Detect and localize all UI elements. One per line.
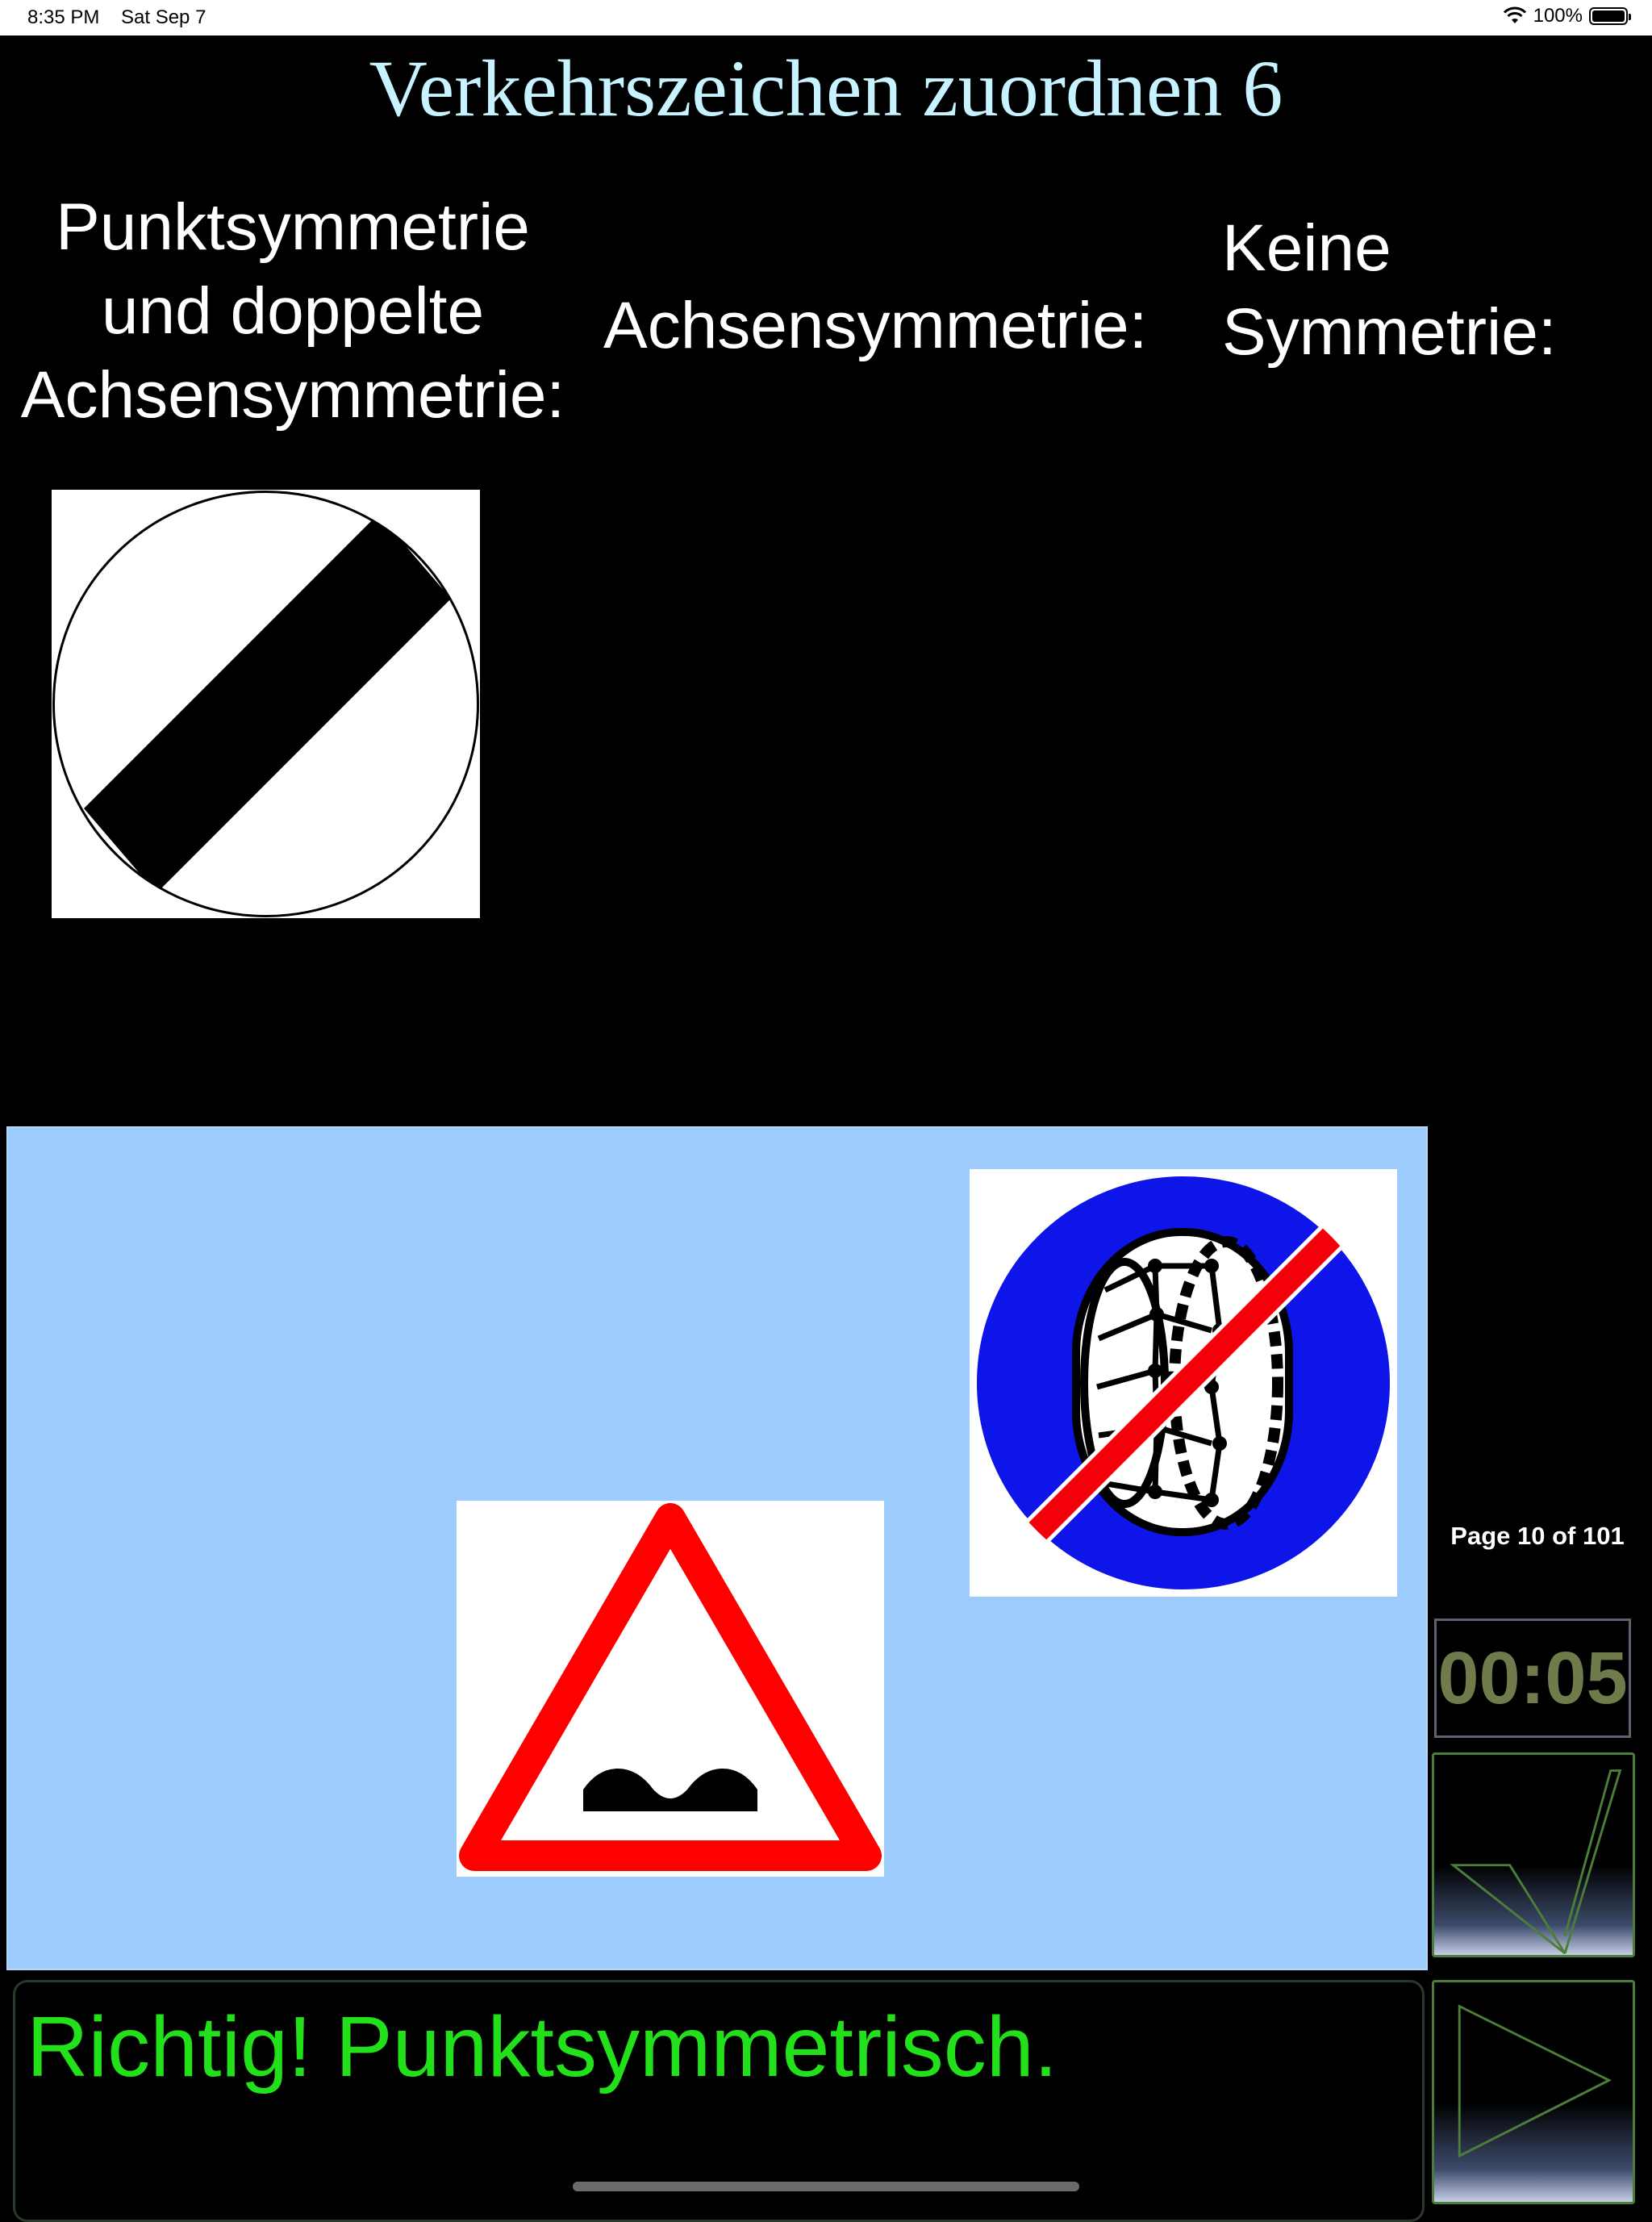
end-of-snow-chains-sign[interactable]: [970, 1169, 1397, 1597]
speed-bump-warning-sign[interactable]: [457, 1501, 884, 1877]
category-label-line: Achsensymmetrie:: [20, 358, 565, 432]
checkmark-icon: [1450, 1769, 1622, 1955]
status-bar: 8:35 PM Sat Sep 7 100%: [0, 0, 1652, 36]
battery-percentage: 100%: [1533, 5, 1583, 27]
check-button[interactable]: [1432, 1752, 1635, 1957]
category-label-line: Punktsymmetrie: [56, 190, 530, 264]
speed-bump-icon: [459, 1503, 882, 1871]
page-indicator: Page 10 of 101: [1450, 1522, 1625, 1550]
category-label-line: und doppelte: [101, 274, 485, 348]
play-arrow-icon: [1458, 2004, 1612, 2158]
status-time: 8:35 PM: [27, 6, 100, 28]
category-label-line: Symmetrie:: [1222, 295, 1557, 369]
category-no-symmetry[interactable]: Keine Symmetrie:: [1222, 207, 1557, 374]
next-button[interactable]: [1432, 1980, 1635, 2204]
category-axis-symmetry[interactable]: Achsensymmetrie:: [603, 284, 1147, 368]
status-right: 100%: [1503, 5, 1631, 27]
end-of-all-restrictions-sign[interactable]: [52, 490, 480, 918]
timer-display: 00:05: [1434, 1618, 1631, 1738]
category-point-symmetry[interactable]: Punktsymmetrie und doppelte Achsensymmet…: [0, 186, 586, 437]
feedback-text: Richtig! Punktsymmetrisch.: [27, 1999, 1058, 2095]
status-date: Sat Sep 7: [121, 6, 206, 28]
home-indicator[interactable]: [573, 2182, 1079, 2191]
category-label-line: Achsensymmetrie:: [603, 289, 1148, 362]
category-label-line: Keine: [1222, 211, 1391, 285]
page-title: Verkehrszeichen zuordnen 6: [369, 44, 1283, 133]
wifi-icon: [1503, 6, 1526, 23]
snow-chains-end-icon: [972, 1172, 1395, 1594]
battery-icon: [1589, 7, 1631, 25]
end-of-restrictions-icon: [52, 491, 479, 917]
